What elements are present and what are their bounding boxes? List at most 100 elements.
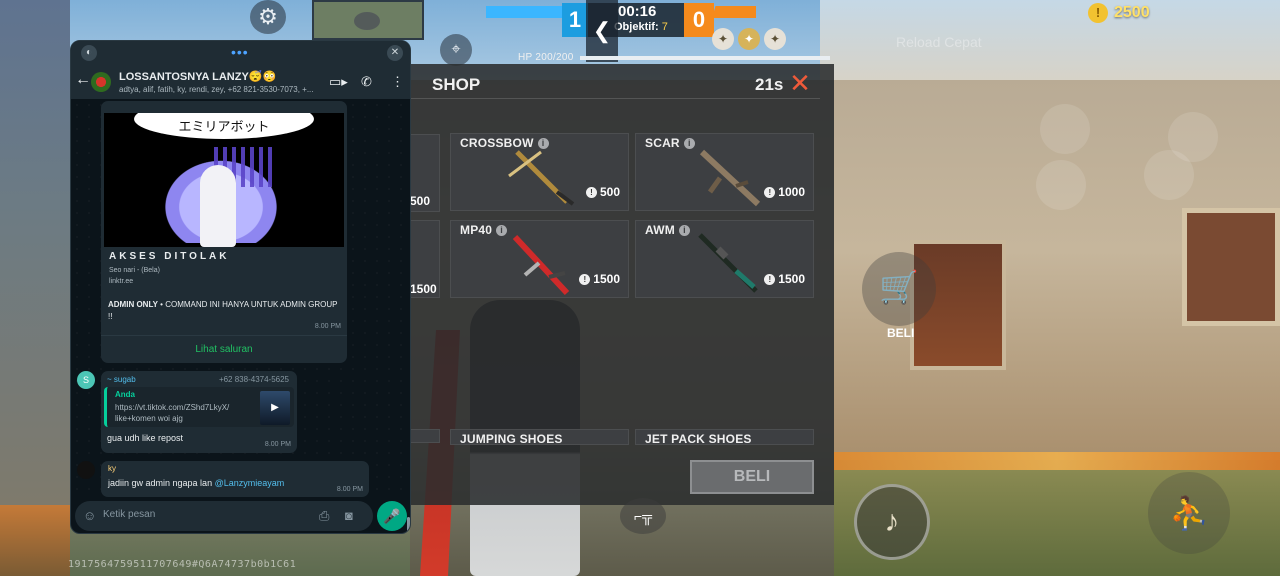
hp-label: HP 200/200 <box>518 52 574 63</box>
drag-handle-icon[interactable]: ••• <box>231 44 249 60</box>
avatar[interactable]: S <box>77 371 95 389</box>
shop-item-partial[interactable] <box>410 429 440 443</box>
faded-hint: Reload Cepat <box>896 34 982 50</box>
squad-member-icon: ✦ <box>764 28 786 50</box>
phone-call-icon[interactable]: ✆ <box>361 74 372 90</box>
info-icon[interactable]: i <box>683 138 695 149</box>
message-time: 8.00 PM <box>336 486 363 493</box>
item-name: MP40 i <box>460 223 508 237</box>
info-icon[interactable]: i <box>678 225 690 236</box>
crouch-icon[interactable]: ⛹ <box>1148 472 1230 554</box>
coin-icon: ! <box>585 186 597 198</box>
watermark: 191756475951170764​9#Q6A74737b0b1C61 <box>68 559 297 570</box>
buy-button[interactable]: BELI <box>690 460 814 494</box>
ghost-skill-icon <box>1144 150 1194 200</box>
item-price: ! 1500 <box>579 272 620 286</box>
crossbow-icon <box>508 150 575 206</box>
avatar[interactable] <box>91 72 111 92</box>
message-text: jadiin gw admin ngapa lan @Lanzymieayam <box>108 478 284 488</box>
shop-item-jet-pack-shoes[interactable]: JET PACK SHOES <box>635 429 814 446</box>
item-name: AWM i <box>645 223 690 237</box>
more-options-icon[interactable]: ⋮ <box>391 74 404 90</box>
card-banner: エミリアボット <box>134 113 314 139</box>
shopping-cart-icon[interactable]: 🛒 <box>862 252 936 326</box>
message-input[interactable]: Ketik pesan <box>103 509 155 520</box>
attach-icon[interactable]: ⎙ <box>319 508 329 524</box>
floor-left <box>0 505 70 576</box>
shop-item-mp40[interactable]: MP40 i ! 1500 <box>450 220 629 298</box>
quoted-message[interactable]: Anda https://vt.tiktok.com/ZShd7LkyX/ li… <box>104 387 294 427</box>
card-title: AKSES DITOLAK <box>109 251 230 262</box>
left-strip <box>0 0 70 505</box>
coin-icon: ! <box>764 273 776 285</box>
weapon-slot-icon[interactable]: ⌐╦ <box>620 498 666 534</box>
partial-price: 1500 <box>410 282 437 296</box>
item-name: JUMPING SHOES <box>460 432 563 446</box>
close-icon[interactable]: ✕ <box>387 45 403 61</box>
whatsapp-window: ◐ ••• ✕ ← LOSSANTOSNYA LANZY😴😳 adtya, al… <box>70 40 411 534</box>
avatar[interactable] <box>77 461 95 479</box>
item-name: SCAR i <box>645 136 695 150</box>
message-bubble[interactable]: ~ sugab +62 838-4374-5625 Anda https://v… <box>101 371 297 453</box>
coin-amount: 2500 <box>1114 4 1150 21</box>
shop-item-jumping-shoes[interactable]: JUMPING SHOES <box>450 429 629 446</box>
shop-item-crossbow[interactable]: CROSSBOW i ! 500 <box>450 133 629 211</box>
sky-haze <box>820 0 1280 90</box>
view-channel-link[interactable]: Lihat saluran <box>101 335 347 363</box>
squad-icons: ✦ ✦ ✦ <box>712 28 786 50</box>
close-icon[interactable]: ✕ <box>788 70 812 96</box>
card-art-figure <box>200 165 236 247</box>
settings-gear-icon[interactable]: ⚙ <box>250 0 286 34</box>
shop-item-scar[interactable]: SCAR i ! 1000 <box>635 133 814 211</box>
ghost-skill-icon <box>1036 160 1086 210</box>
location-pin-icon[interactable]: ⌖ <box>440 34 472 66</box>
coin-icon: ! <box>1088 3 1108 23</box>
chat-messages[interactable]: エミリアボット AKSES DITOLAK Seo nari - (Bela) … <box>71 99 410 533</box>
hp-bar <box>580 56 830 60</box>
back-arrow-icon[interactable]: ← <box>75 71 91 89</box>
sender-name[interactable]: ky <box>108 464 116 473</box>
coin-icon: ! <box>579 273 591 285</box>
video-play-icon: ▶ <box>260 391 290 425</box>
quote-text: https://vt.tiktok.com/ZShd7LkyX/ like+ko… <box>115 403 230 423</box>
card-image: エミリアボット <box>104 113 344 247</box>
blue-team-score: 1 <box>562 3 588 37</box>
scrollbar[interactable] <box>407 517 410 533</box>
microphone-icon[interactable]: 🎤 <box>377 501 407 531</box>
floating-window-bar[interactable]: ◐ ••• ✕ <box>71 41 410 65</box>
mention-link[interactable]: @Lanzymieayam <box>215 478 285 488</box>
shop-item-awm[interactable]: AWM i ! 1500 <box>635 220 814 298</box>
awm-sniper-icon <box>698 233 758 293</box>
message-bubble[interactable]: ky jadiin gw admin ngapa lan @Lanzymieay… <box>101 461 369 497</box>
camera-icon[interactable]: ◙ <box>345 508 353 523</box>
message-time: 8.00 PM <box>314 323 341 330</box>
shop-title: SHOP <box>432 75 481 94</box>
sticker-icon[interactable]: ☺ <box>83 508 96 523</box>
channel-card-message[interactable]: エミリアボット AKSES DITOLAK Seo nari - (Bela) … <box>101 101 347 363</box>
info-icon[interactable]: i <box>496 225 508 236</box>
emote-icon[interactable]: ♪ <box>854 484 930 560</box>
chat-header: ← LOSSANTOSNYA LANZY😴😳 adtya, alif, fati… <box>71 65 410 99</box>
objective: Objektif: 7 <box>614 21 668 33</box>
item-price: ! 500 <box>585 185 620 199</box>
item-price: ! 1000 <box>764 185 805 199</box>
shop-timer: 21s <box>755 75 784 94</box>
sender-name[interactable]: ~ sugab <box>107 375 136 384</box>
shop-panel: SHOP 21s ✕ 500 1500 CROSSBOW i ! 500 SCAR i… <box>410 64 834 505</box>
video-call-icon[interactable]: ▭▸ <box>329 74 348 90</box>
card-line: Seo nari - (Bela) <box>109 267 160 274</box>
building-window <box>1182 208 1280 326</box>
minimap[interactable] <box>312 0 424 40</box>
ghost-skill-icon <box>1040 104 1090 154</box>
partial-price: 500 <box>410 194 431 208</box>
message-body: jadiin gw admin ngapa lan <box>108 478 213 488</box>
chat-subtitle: adtya, alif, fatih, ky, rendi, zey, +62 … <box>119 85 314 94</box>
match-timer: 00:16 <box>618 3 657 20</box>
item-price: ! 1500 <box>764 272 805 286</box>
scar-rifle-icon <box>699 149 761 207</box>
message-input-bar[interactable]: ☺ Ketik pesan ⎙ ◙ <box>75 501 373 531</box>
chevron-left-icon[interactable]: ❮ <box>586 0 618 62</box>
chat-title[interactable]: LOSSANTOSNYA LANZY😴😳 <box>119 70 276 83</box>
minimize-icon[interactable]: ◐ <box>81 45 97 61</box>
mp40-smg-icon <box>512 234 570 296</box>
